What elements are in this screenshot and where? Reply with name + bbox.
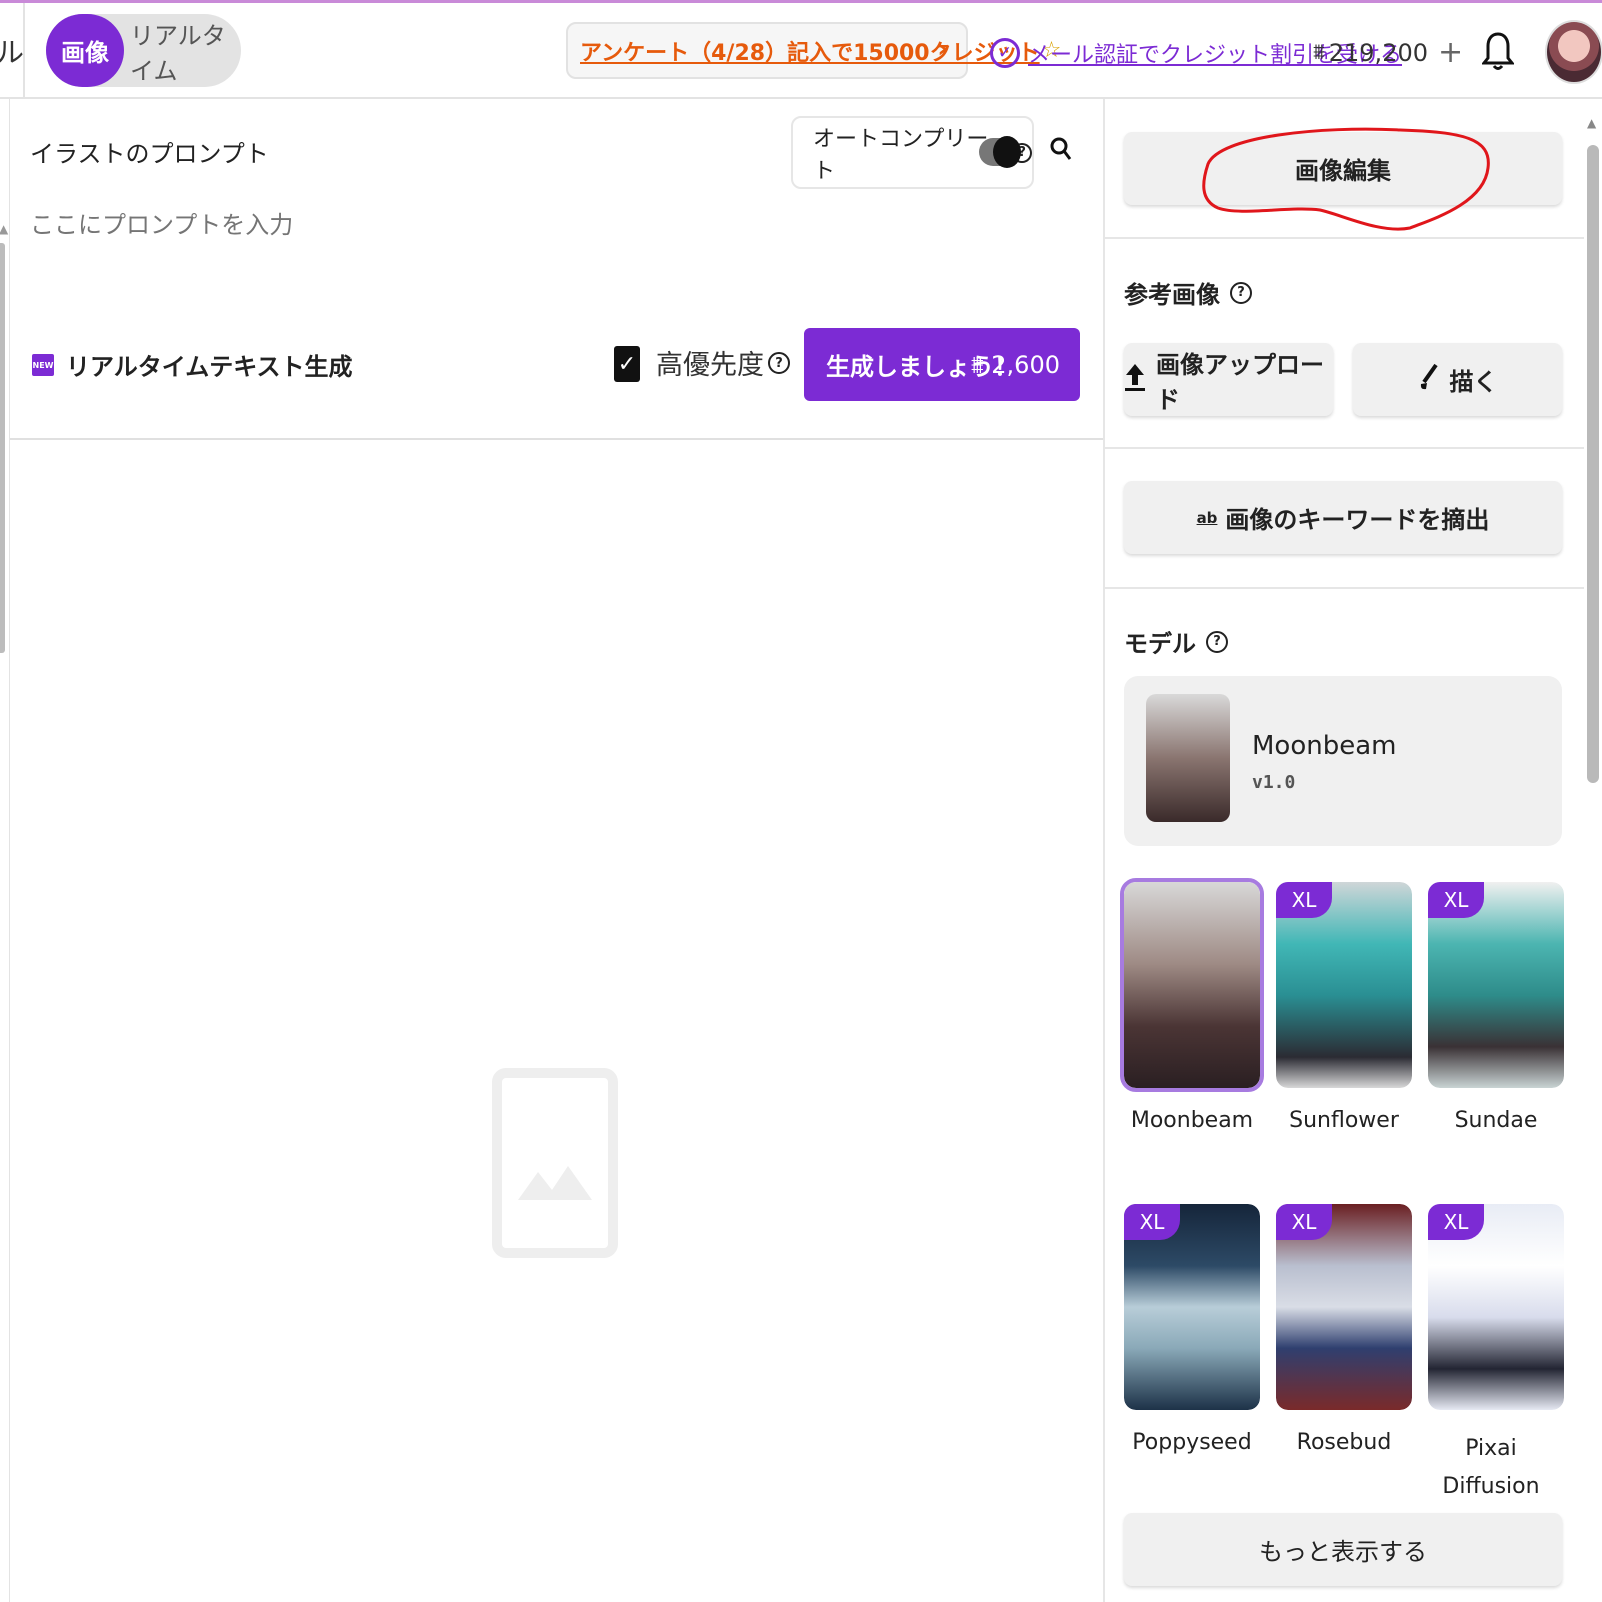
- scroll-up-arrow-icon[interactable]: ▲: [1587, 116, 1596, 130]
- selected-model-card[interactable]: Moonbeam v1.0: [1124, 676, 1562, 846]
- prompt-label: イラストのプロンプト: [30, 140, 269, 168]
- model-tile-moonbeam[interactable]: [1120, 878, 1264, 1092]
- mode-realtime-tab[interactable]: リアルタイム: [130, 14, 241, 87]
- priority-help-icon[interactable]: ?: [768, 352, 790, 374]
- check-circle-icon: ✓: [990, 38, 1020, 68]
- image-placeholder-icon: [492, 1068, 618, 1258]
- mode-toggle: 画像 リアルタイム: [46, 14, 241, 87]
- model-tile-rosebud[interactable]: XL: [1276, 1204, 1412, 1410]
- xl-badge: XL: [1428, 1204, 1484, 1240]
- right-scrollbar[interactable]: [1587, 145, 1599, 783]
- left-panel-border: [9, 99, 10, 1602]
- new-badge-icon: NEW: [32, 354, 54, 376]
- user-avatar[interactable]: [1545, 20, 1602, 84]
- text-ab-icon: ab: [1196, 508, 1218, 527]
- chevron-right-icon: ›: [937, 34, 948, 64]
- image-edit-button[interactable]: 画像編集: [1124, 132, 1562, 205]
- scroll-up-arrow-icon[interactable]: ▲: [0, 222, 8, 236]
- model-thumbnail: [1146, 694, 1230, 822]
- divider: [1104, 447, 1584, 449]
- model-tile-pixai-diffusion[interactable]: XL: [1428, 1204, 1564, 1410]
- divider: [1104, 587, 1584, 589]
- model-tile-sundae[interactable]: XL: [1428, 882, 1564, 1088]
- model-tile-poppyseed[interactable]: XL: [1124, 1204, 1260, 1410]
- xl-badge: XL: [1124, 1204, 1180, 1240]
- model-name: Moonbeam: [1252, 731, 1397, 761]
- model-name-sunflower: Sunflower: [1289, 1108, 1399, 1133]
- topbar-divider: [23, 3, 25, 99]
- model-version: v1.0: [1252, 772, 1296, 793]
- xl-badge: XL: [1428, 882, 1484, 918]
- model-name-poppyseed: Poppyseed: [1132, 1430, 1252, 1455]
- credit-amount: 219,200: [1328, 38, 1428, 67]
- add-credits-icon[interactable]: +: [1438, 35, 1463, 70]
- divider: [10, 438, 1103, 440]
- prompt-input[interactable]: [30, 205, 730, 245]
- mode-image-tab[interactable]: 画像: [46, 14, 124, 87]
- autocomplete-label: オートコンプリート: [813, 126, 989, 184]
- extract-keywords-button[interactable]: ab 画像のキーワードを摘出: [1124, 481, 1562, 554]
- model-name-moonbeam: Moonbeam: [1130, 1108, 1254, 1133]
- high-priority-checkbox[interactable]: ✓: [614, 346, 640, 382]
- credit-balance[interactable]: ⩩ 219,200 +: [1313, 35, 1463, 70]
- upload-icon: [1124, 362, 1146, 398]
- model-heading: モデル ?: [1124, 624, 1228, 659]
- survey-banner[interactable]: アンケート（4/28）記入で15000クレジット ☆ ›: [566, 22, 1061, 79]
- divider: [1104, 237, 1584, 239]
- realtime-text-generation-label[interactable]: リアルタイムテキスト生成: [66, 347, 353, 382]
- upload-image-button[interactable]: 画像アップロード: [1124, 343, 1333, 416]
- generate-cost: ⩩ 2,600: [970, 350, 1060, 379]
- survey-text: アンケート（4/28）記入で15000クレジット: [580, 40, 1040, 66]
- help-icon[interactable]: ?: [1206, 630, 1228, 653]
- draw-button[interactable]: 描く: [1353, 343, 1562, 416]
- xl-badge: XL: [1276, 882, 1332, 918]
- notification-bell-icon[interactable]: [1478, 28, 1518, 76]
- autocomplete-toggle[interactable]: [979, 136, 1021, 168]
- model-tile-sunflower[interactable]: XL: [1276, 882, 1412, 1088]
- left-scrollbar[interactable]: [0, 243, 5, 653]
- help-icon[interactable]: ?: [1230, 281, 1252, 304]
- cut-off-label: ル: [0, 36, 25, 69]
- brush-icon: [1418, 362, 1440, 398]
- search-icon[interactable]: [1049, 135, 1077, 171]
- reference-image-heading: 参考画像 ?: [1124, 275, 1252, 310]
- show-more-button[interactable]: もっと表示する: [1124, 1513, 1562, 1586]
- autocomplete-control: オートコンプリート ?: [791, 116, 1034, 189]
- generate-button[interactable]: 生成しましょう！ ⩩ 2,600: [804, 328, 1080, 401]
- credit-icon: ⩩: [1313, 40, 1325, 65]
- high-priority-label: 高優先度: [656, 350, 764, 381]
- model-name-sundae: Sundae: [1454, 1108, 1538, 1133]
- top-bar: ル 画像 リアルタイム アンケート（4/28）記入で15000クレジット ☆ ›…: [0, 3, 1602, 99]
- model-name-rosebud: Rosebud: [1296, 1430, 1392, 1455]
- xl-badge: XL: [1276, 1204, 1332, 1240]
- right-panel-border: [1103, 99, 1105, 1602]
